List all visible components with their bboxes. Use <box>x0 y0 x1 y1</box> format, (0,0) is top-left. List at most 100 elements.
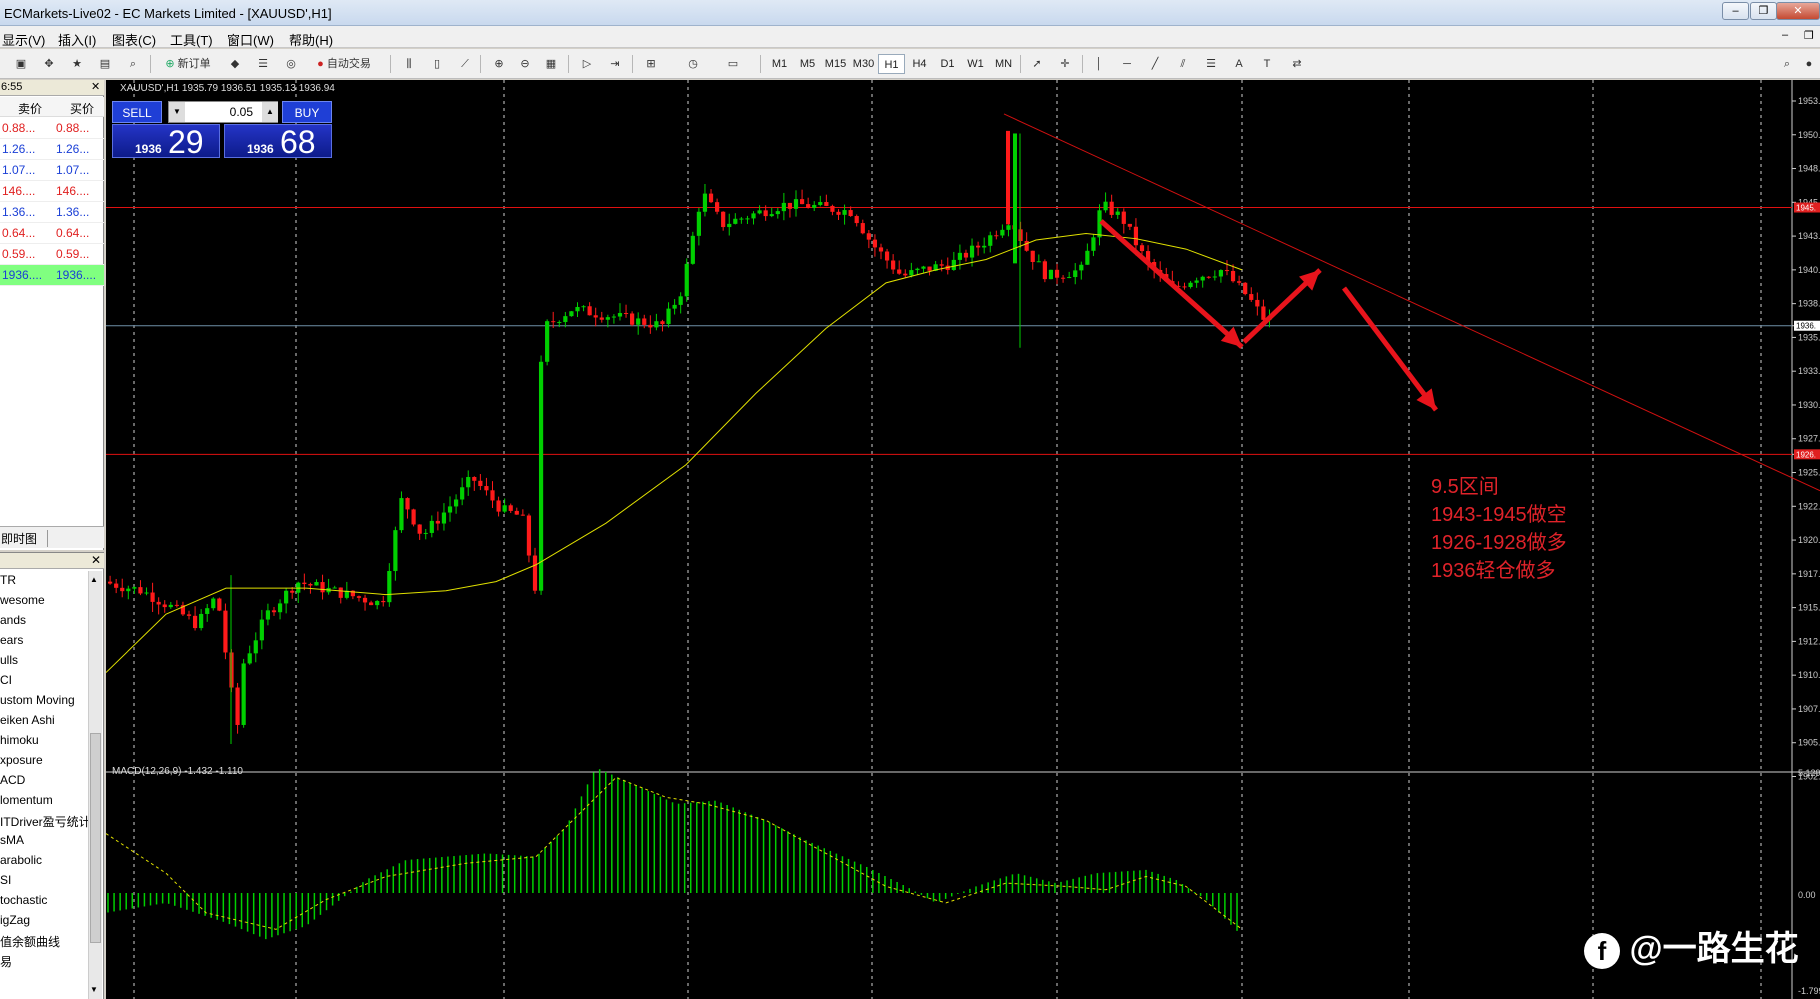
indicator-item[interactable]: tochastic <box>0 893 47 907</box>
indicators-icon[interactable]: ⊞ <box>640 54 662 74</box>
close-icon[interactable]: ✕ <box>91 553 101 567</box>
zoom-out-icon[interactable]: ⊖ <box>514 54 536 74</box>
tf-m30[interactable]: M30 <box>850 54 877 74</box>
indicator-item[interactable]: TR <box>0 573 16 587</box>
indicator-item[interactable]: ustom Moving <box>0 693 75 707</box>
market-watch-icon[interactable]: ▤ <box>94 54 116 74</box>
fibonacci-icon[interactable]: ☰ <box>1200 54 1222 74</box>
indicator-item[interactable]: 易 <box>0 953 12 970</box>
indicator-item[interactable]: sMA <box>0 833 24 847</box>
indicator-item[interactable]: ACD <box>0 773 25 787</box>
new-order-button[interactable]: ⊕ 新订单 <box>158 54 218 74</box>
indicator-item[interactable]: ulls <box>0 653 18 667</box>
arrows-icon[interactable]: ⇄ <box>1286 54 1308 74</box>
text-label-icon[interactable]: T <box>1256 54 1278 74</box>
column-ask[interactable]: 买价 <box>70 100 94 117</box>
tf-mn[interactable]: MN <box>990 54 1017 74</box>
zoom-in-icon[interactable]: ⊕ <box>488 54 510 74</box>
terminal-icon[interactable]: ☰ <box>252 54 274 74</box>
tf-m15[interactable]: M15 <box>822 54 849 74</box>
indicator-item[interactable]: arabolic <box>0 853 42 867</box>
cursor-icon[interactable]: ➚ <box>1026 54 1048 74</box>
scroll-down-icon[interactable]: ▼ <box>90 985 98 994</box>
chart-window[interactable]: 1953. 1950. 1948. 1945. 1943. 1940. 1938. 1936.… <box>106 80 1820 999</box>
sell-price-box[interactable]: 1936 29 <box>112 124 220 159</box>
buy-button[interactable]: BUY <box>282 101 332 123</box>
tf-m5[interactable]: M5 <box>794 54 821 74</box>
indicator-item[interactable]: xposure <box>0 753 43 767</box>
profiles-icon[interactable]: ✥ <box>38 54 60 74</box>
data-window-icon[interactable]: ⌕ <box>122 54 144 74</box>
quote-row[interactable]: 1.26... 1.26... <box>0 139 104 160</box>
indicator-item[interactable]: ITDriver盈亏统计 <box>0 813 91 830</box>
sell-button[interactable]: SELL <box>112 101 162 123</box>
tile-windows-icon[interactable]: ▦ <box>540 54 562 74</box>
minimize-button[interactable]: – <box>1722 2 1749 20</box>
quote-row[interactable]: 1.07... 1.07... <box>0 160 104 181</box>
favorites-icon[interactable]: ★ <box>66 54 88 74</box>
buy-price-box[interactable]: 1936 68 <box>224 124 332 159</box>
channel-icon[interactable]: ⫽ <box>1172 54 1194 74</box>
scroll-up-icon[interactable]: ▲ <box>90 575 98 584</box>
menu-charts[interactable]: 图表(C) <box>112 30 156 49</box>
indicator-item[interactable]: himoku <box>0 733 39 747</box>
search-icon[interactable]: ⌕ <box>1776 54 1798 74</box>
indicator-item[interactable]: wesome <box>0 593 45 607</box>
lot-down-icon[interactable]: ▼ <box>169 102 185 122</box>
indicator-item[interactable]: lomentum <box>0 793 53 807</box>
indicator-item[interactable]: SI <box>0 873 11 887</box>
mdi-minimize-button[interactable]: – <box>1782 29 1788 41</box>
candlestick-icon[interactable]: ▯ <box>426 54 448 74</box>
mdi-restore-button[interactable]: ❐ <box>1804 29 1814 42</box>
indicator-item[interactable]: igZag <box>0 913 30 927</box>
tf-w1[interactable]: W1 <box>962 54 989 74</box>
quote-row[interactable]: 0.88... 0.88... <box>0 118 104 139</box>
menu-tools[interactable]: 工具(T) <box>170 30 213 49</box>
quote-row[interactable]: 1.36... 1.36... <box>0 202 104 223</box>
tf-d1[interactable]: D1 <box>934 54 961 74</box>
tf-h4[interactable]: H4 <box>906 54 933 74</box>
trendline-icon[interactable]: ╱ <box>1144 54 1166 74</box>
new-chart-icon[interactable]: ▣ <box>10 54 32 74</box>
chat-icon[interactable]: ● <box>1798 54 1820 74</box>
scroll-thumb[interactable] <box>90 733 101 943</box>
restore-button[interactable]: ❐ <box>1750 2 1777 20</box>
crosshair-icon[interactable]: ✛ <box>1054 54 1076 74</box>
quote-row[interactable]: 146.... 146.... <box>0 181 104 202</box>
tf-h1[interactable]: H1 <box>878 54 905 74</box>
indicator-item[interactable]: ands <box>0 613 26 627</box>
quote-row[interactable]: 0.59... 0.59... <box>0 244 104 265</box>
menu-window[interactable]: 窗口(W) <box>227 30 274 49</box>
horizontal-line-icon[interactable]: ─ <box>1116 54 1138 74</box>
menu-view[interactable]: 显示(V) <box>2 30 45 49</box>
navigator-scrollbar[interactable]: ▲ ▼ <box>88 571 102 999</box>
candle-body <box>976 245 981 248</box>
auto-trade-button[interactable]: ● 自动交易 <box>306 54 382 74</box>
text-icon[interactable]: A <box>1228 54 1250 74</box>
candle-body <box>356 596 362 598</box>
strategy-tester-icon[interactable]: ◎ <box>280 54 302 74</box>
toolbar-separator <box>568 55 569 73</box>
autoscroll-icon[interactable]: ▷ <box>576 54 598 74</box>
periods-icon[interactable]: ◷ <box>682 54 704 74</box>
menu-help[interactable]: 帮助(H) <box>289 30 333 49</box>
column-bid[interactable]: 卖价 <box>18 100 42 117</box>
tf-m1[interactable]: M1 <box>766 54 793 74</box>
close-button[interactable]: ✕ <box>1776 2 1820 20</box>
menu-insert[interactable]: 插入(I) <box>58 30 96 49</box>
bar-chart-icon[interactable]: ⫼ <box>398 54 420 74</box>
templates-icon[interactable]: ▭ <box>722 54 744 74</box>
indicator-item[interactable]: CI <box>0 673 12 687</box>
metaeditor-icon[interactable]: ◆ <box>224 54 246 74</box>
close-icon[interactable]: ✕ <box>91 80 100 93</box>
chart-shift-icon[interactable]: ⇥ <box>604 54 626 74</box>
line-chart-icon[interactable]: ⟋ <box>454 54 476 74</box>
indicator-item[interactable]: ears <box>0 633 23 647</box>
indicator-item[interactable]: eiken Ashi <box>0 713 55 727</box>
quote-row[interactable]: 0.64... 0.64... <box>0 223 104 244</box>
quote-row[interactable]: 1936.... 1936.... <box>0 265 104 286</box>
vertical-line-icon[interactable]: │ <box>1088 54 1110 74</box>
lot-up-icon[interactable]: ▲ <box>262 102 278 122</box>
tab-tick-chart[interactable]: 即时图 <box>1 530 49 547</box>
indicator-item[interactable]: 值余额曲线 <box>0 933 60 950</box>
